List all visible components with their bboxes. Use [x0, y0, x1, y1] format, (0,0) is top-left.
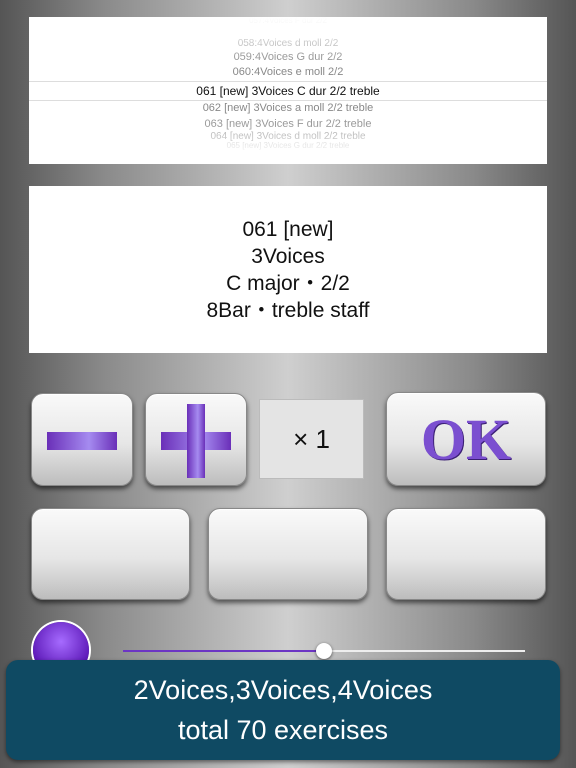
plus-button[interactable] [145, 393, 247, 486]
picker-row[interactable]: 057:4Voices F dur 2/2 [29, 17, 547, 25]
picker-row[interactable]: 062 [new] 3Voices a moll 2/2 treble [29, 102, 547, 114]
blank-button-2[interactable] [208, 508, 368, 600]
exercise-key-meter: C major・2/2 [226, 271, 350, 295]
picker-row-selected[interactable]: 061 [new] 3Voices C dur 2/2 treble [29, 81, 547, 101]
ok-button[interactable]: OK [386, 392, 546, 486]
slider-thumb[interactable] [316, 643, 332, 659]
banner-total-text: total 70 exercises [177, 715, 389, 745]
exercise-picker[interactable]: 057:4Voices F dur 2/2 058:4Voices d moll… [29, 17, 547, 164]
banner-voices-text: 2Voices,3Voices,4Voices [133, 675, 433, 705]
minus-icon [47, 432, 117, 450]
exercise-info-panel: 061 [new] 3Voices C major・2/2 8Bar・trebl… [29, 186, 547, 353]
promo-banner: 2Voices,3Voices,4Voices total 70 exercis… [6, 660, 560, 760]
multiplier-display: × 1 [259, 399, 364, 479]
exercise-voices: 3Voices [251, 244, 325, 268]
exercise-bars-staff: 8Bar・treble staff [206, 298, 370, 322]
picker-row[interactable]: 058:4Voices d moll 2/2 [29, 38, 547, 49]
picker-row[interactable]: 060:4Voices e moll 2/2 [29, 66, 547, 78]
picker-row[interactable]: 065 [new] 3Voices G dur 2/2 treble [29, 141, 547, 150]
exercise-number: 061 [new] [242, 217, 334, 241]
ok-button-label: OK [420, 406, 512, 472]
tempo-slider[interactable] [123, 643, 525, 659]
picker-row[interactable]: 059:4Voices G dur 2/2 [29, 51, 547, 63]
blank-button-1[interactable] [31, 508, 190, 600]
slider-fill [123, 650, 324, 652]
picker-row[interactable]: 063 [new] 3Voices F dur 2/2 treble [29, 118, 547, 130]
minus-button[interactable] [31, 393, 133, 486]
blank-button-3[interactable] [386, 508, 546, 600]
